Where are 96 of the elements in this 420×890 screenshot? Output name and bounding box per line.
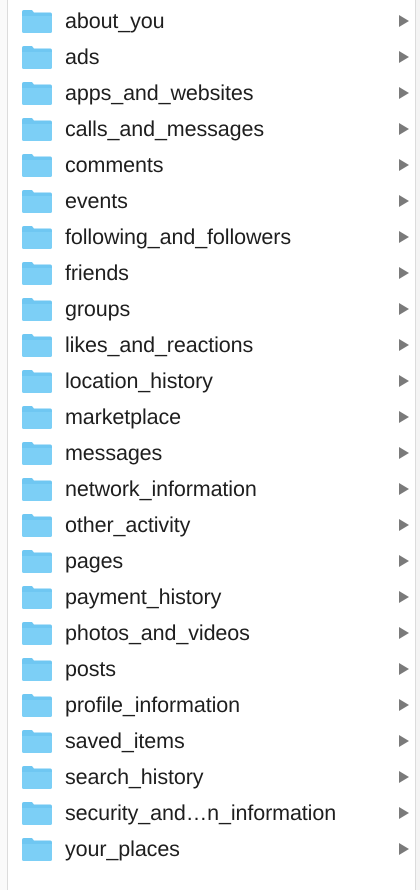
folder-icon — [21, 512, 53, 538]
disclosure-arrow-icon — [399, 663, 409, 675]
folder-name: groups — [65, 296, 132, 322]
folder-icon — [21, 44, 53, 70]
folder-name: network_information — [65, 476, 258, 502]
folder-row[interactable]: security_and…n_information — [8, 795, 415, 831]
folder-name: apps_and_websites — [65, 80, 254, 106]
folder-icon — [21, 152, 53, 178]
folder-name: photos_and_videos — [65, 620, 251, 646]
disclosure-arrow-icon — [399, 15, 409, 27]
folder-row[interactable]: groups — [8, 291, 415, 327]
folder-icon — [21, 332, 53, 358]
folder-row[interactable]: other_activity — [8, 507, 415, 543]
folder-row[interactable]: messages — [8, 435, 415, 471]
folder-icon — [21, 656, 53, 682]
folder-row[interactable]: payment_history — [8, 579, 415, 615]
folder-row[interactable]: friends — [8, 255, 415, 291]
disclosure-arrow-icon — [399, 771, 409, 783]
folder-icon — [21, 836, 53, 862]
folder-name: payment_history — [65, 584, 222, 610]
folder-row[interactable]: pages — [8, 543, 415, 579]
folder-icon — [21, 260, 53, 286]
folder-name: marketplace — [65, 404, 182, 430]
folder-name: other_activity — [65, 512, 192, 538]
disclosure-arrow-icon — [399, 231, 409, 243]
folder-name: messages — [65, 440, 164, 466]
folder-icon — [21, 404, 53, 430]
folder-name: about_you — [65, 8, 166, 34]
disclosure-arrow-icon — [399, 699, 409, 711]
folder-row[interactable]: following_and_followers — [8, 219, 415, 255]
folder-row[interactable]: photos_and_videos — [8, 615, 415, 651]
folder-row[interactable]: events — [8, 183, 415, 219]
disclosure-arrow-icon — [399, 51, 409, 63]
disclosure-arrow-icon — [399, 159, 409, 171]
folder-icon — [21, 764, 53, 790]
folder-icon — [21, 800, 53, 826]
disclosure-arrow-icon — [399, 339, 409, 351]
folder-name: calls_and_messages — [65, 116, 265, 142]
disclosure-arrow-icon — [399, 555, 409, 567]
disclosure-arrow-icon — [399, 591, 409, 603]
folder-name: security_and…n_information — [65, 800, 338, 826]
folder-row[interactable]: location_history — [8, 363, 415, 399]
folder-icon — [21, 368, 53, 394]
folder-row[interactable]: apps_and_websites — [8, 75, 415, 111]
folder-name: profile_information — [65, 692, 241, 718]
folder-icon — [21, 692, 53, 718]
folder-icon — [21, 80, 53, 106]
disclosure-arrow-icon — [399, 519, 409, 531]
folder-icon — [21, 620, 53, 646]
disclosure-arrow-icon — [399, 375, 409, 387]
folder-icon — [21, 440, 53, 466]
folder-name: likes_and_reactions — [65, 332, 254, 358]
disclosure-arrow-icon — [399, 267, 409, 279]
folder-row[interactable]: profile_information — [8, 687, 415, 723]
folder-icon — [21, 728, 53, 754]
folder-name: your_places — [65, 836, 181, 862]
disclosure-arrow-icon — [399, 483, 409, 495]
disclosure-arrow-icon — [399, 87, 409, 99]
folder-icon — [21, 116, 53, 142]
folder-name: location_history — [65, 368, 214, 394]
disclosure-arrow-icon — [399, 195, 409, 207]
disclosure-arrow-icon — [399, 735, 409, 747]
folder-icon — [21, 8, 53, 34]
folder-icon — [21, 584, 53, 610]
folder-row[interactable]: posts — [8, 651, 415, 687]
folder-name: following_and_followers — [65, 224, 292, 250]
folder-row[interactable]: about_you — [8, 3, 415, 39]
folder-name: posts — [65, 656, 117, 682]
folder-name: comments — [65, 152, 164, 178]
disclosure-arrow-icon — [399, 627, 409, 639]
disclosure-arrow-icon — [399, 411, 409, 423]
folder-name: friends — [65, 260, 130, 286]
folder-row[interactable]: marketplace — [8, 399, 415, 435]
disclosure-arrow-icon — [399, 303, 409, 315]
disclosure-arrow-icon — [399, 447, 409, 459]
folder-icon — [21, 224, 53, 250]
folder-row[interactable]: search_history — [8, 759, 415, 795]
folder-row[interactable]: ads — [8, 39, 415, 75]
disclosure-arrow-icon — [399, 123, 409, 135]
disclosure-arrow-icon — [399, 807, 409, 819]
folder-icon — [21, 476, 53, 502]
folder-name: events — [65, 188, 129, 214]
disclosure-arrow-icon — [399, 843, 409, 855]
folder-row[interactable]: your_places — [8, 831, 415, 867]
folder-icon — [21, 548, 53, 574]
folder-row[interactable]: likes_and_reactions — [8, 327, 415, 363]
folder-name: saved_items — [65, 728, 186, 754]
folder-name: pages — [65, 548, 124, 574]
folder-name: ads — [65, 44, 100, 70]
folder-icon — [21, 188, 53, 214]
folder-name: search_history — [65, 764, 204, 790]
folder-icon — [21, 296, 53, 322]
folder-row[interactable]: calls_and_messages — [8, 111, 415, 147]
folder-row[interactable]: saved_items — [8, 723, 415, 759]
folder-row[interactable]: network_information — [8, 471, 415, 507]
folder-row[interactable]: comments — [8, 147, 415, 183]
